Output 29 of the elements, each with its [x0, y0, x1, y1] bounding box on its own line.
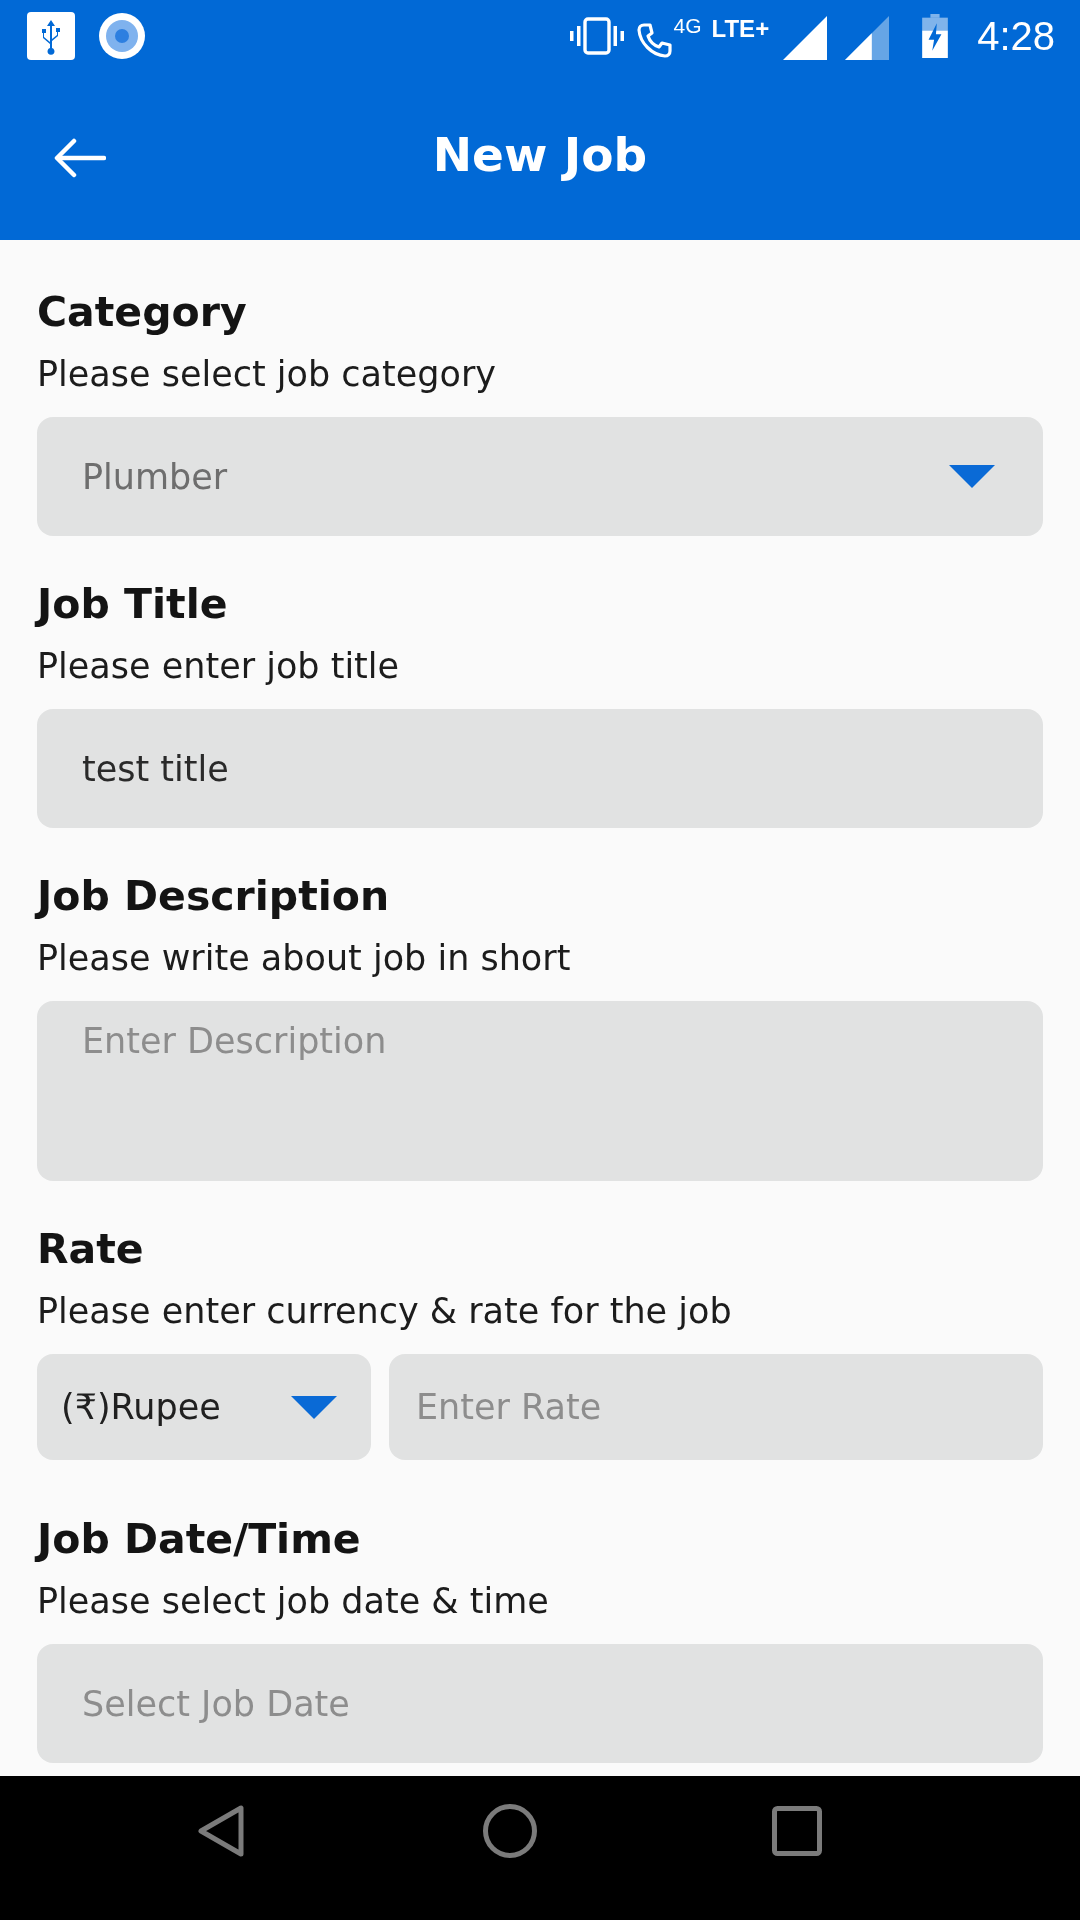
section-subtitle: Please select job category [37, 353, 497, 396]
back-icon[interactable] [197, 1804, 245, 1858]
section-subtitle: Please select job date & time [37, 1580, 550, 1623]
description-input[interactable]: Enter Description [37, 1001, 1043, 1181]
section-title: Rate [37, 1224, 145, 1274]
phone-icon [636, 22, 673, 58]
caret-icon [291, 1395, 337, 1419]
signal-icon [783, 16, 828, 60]
page-title: New Job [432, 126, 648, 184]
signal-icon [845, 16, 890, 60]
caret-icon [949, 465, 995, 488]
usb-icon [27, 12, 75, 60]
date-field[interactable]: Select Job Date [37, 1644, 1043, 1763]
battery-charging-icon [921, 14, 950, 58]
title-input[interactable]: test title [37, 709, 1043, 828]
section-subtitle: Please enter job title [37, 645, 401, 688]
category-dropdown[interactable]: Plumber [37, 417, 1043, 536]
section-subtitle: Please enter currency & rate for the job [37, 1290, 733, 1333]
currency-dropdown[interactable]: (₹)Rupee [37, 1354, 371, 1460]
recent-apps-icon[interactable] [772, 1806, 822, 1856]
vibrate-icon [568, 16, 625, 56]
home-icon[interactable] [482, 1803, 538, 1859]
network-label: 4G [673, 14, 702, 38]
network-type: LTE+ [711, 15, 770, 43]
record-icon [99, 13, 145, 59]
section-title: Category [37, 287, 248, 337]
rate-input[interactable]: Enter Rate [389, 1354, 1043, 1460]
status-time: 4:28 [977, 13, 1055, 60]
section-subtitle: Please write about job in short [37, 937, 572, 980]
